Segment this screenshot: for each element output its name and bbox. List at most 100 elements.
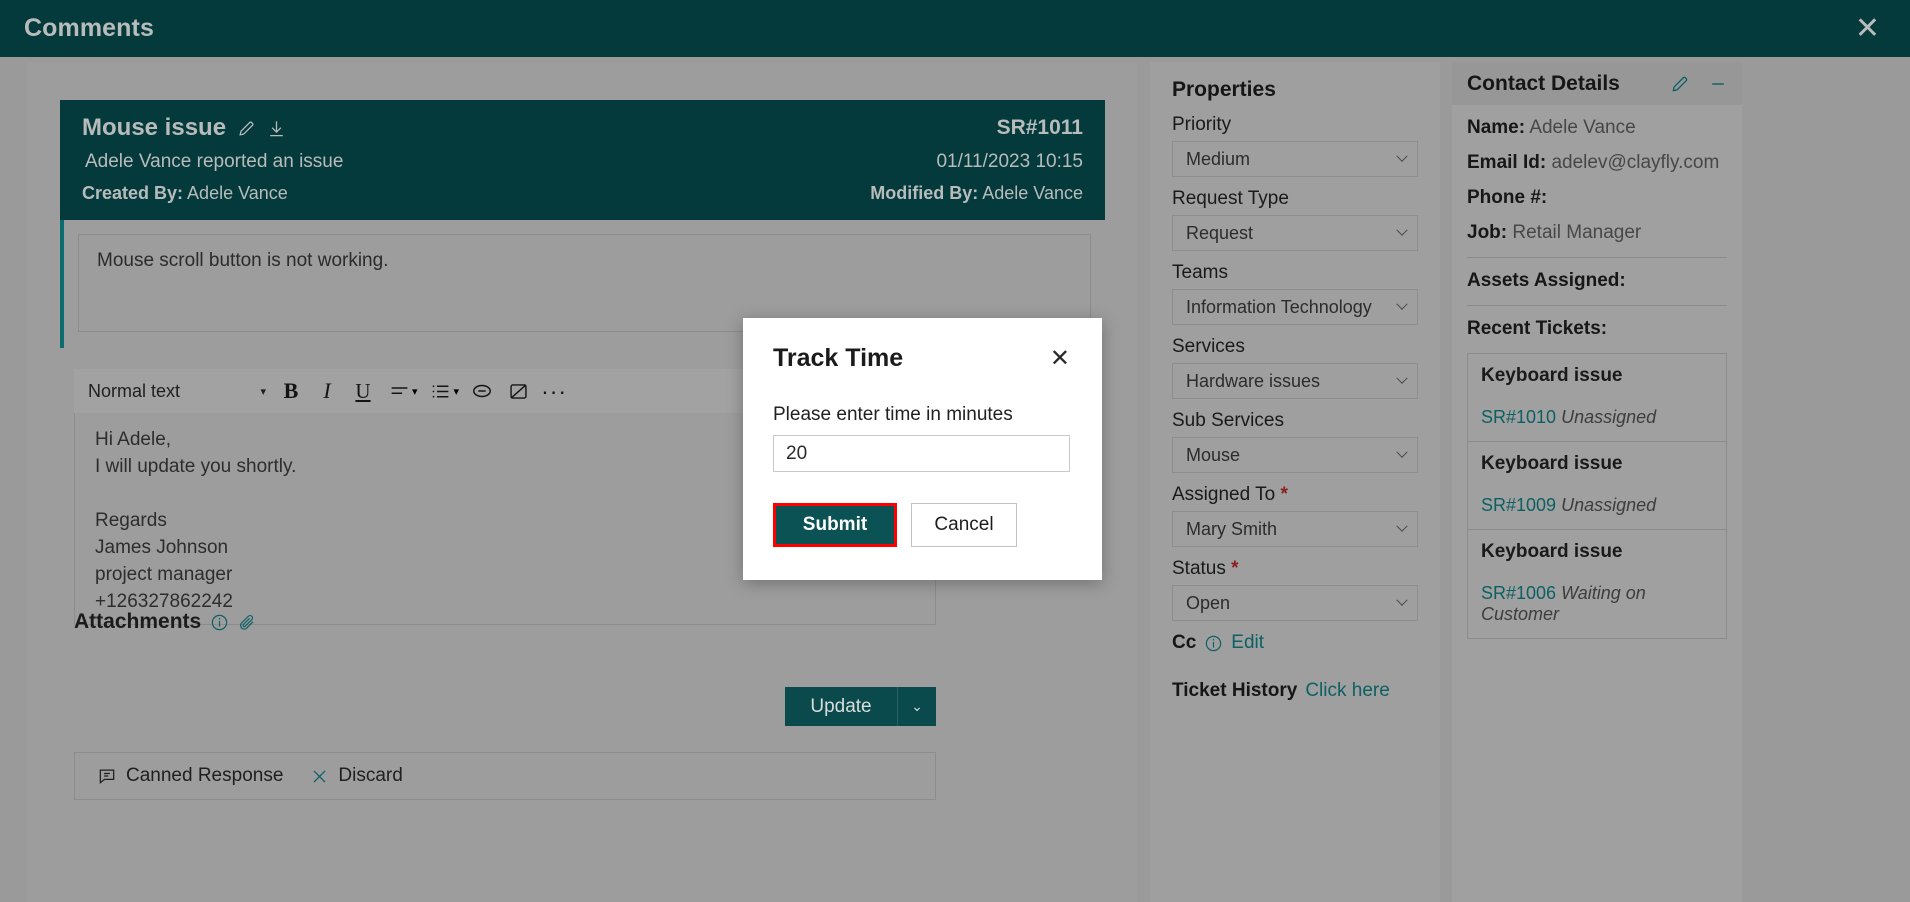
recent-ticket-title: Keyboard issue xyxy=(1481,541,1623,562)
update-chevron-down-icon[interactable]: ⌄ xyxy=(897,687,936,726)
contact-email-label: Email Id: xyxy=(1467,152,1547,173)
info-icon[interactable] xyxy=(1204,634,1223,653)
field-label-assigned-to: Assigned To * xyxy=(1172,484,1418,506)
close-icon[interactable]: ✕ xyxy=(1847,12,1888,46)
status-select[interactable]: Open xyxy=(1172,585,1418,621)
field-label-sub-services: Sub Services xyxy=(1172,410,1418,432)
label-text: Services xyxy=(1172,336,1245,357)
status-value: Open xyxy=(1186,592,1231,613)
paperclip-icon[interactable] xyxy=(238,613,257,632)
label-text: Request Type xyxy=(1172,188,1289,209)
ticket-history-link[interactable]: Click here xyxy=(1305,680,1389,702)
discard-button[interactable]: Discard xyxy=(310,765,403,787)
chevron-down-icon xyxy=(1396,224,1408,236)
contact-email-value: adelev@clayfly.com xyxy=(1551,152,1720,173)
chevron-down-icon xyxy=(1396,298,1408,310)
required-marker: * xyxy=(1280,484,1288,505)
priority-value: Medium xyxy=(1186,148,1251,169)
list-chevron-down-icon[interactable]: ▾ xyxy=(454,385,460,398)
ticket-sr-number: SR#1011 xyxy=(996,116,1083,139)
request-type-select[interactable]: Request xyxy=(1172,215,1418,251)
assigned-to-value: Mary Smith xyxy=(1186,518,1278,539)
contact-name-value: Adele Vance xyxy=(1529,117,1636,138)
link-icon[interactable] xyxy=(465,374,499,408)
contact-name-row: Name: Adele Vance xyxy=(1467,117,1727,139)
image-icon[interactable] xyxy=(501,374,535,408)
cancel-button[interactable]: Cancel xyxy=(911,503,1017,547)
canned-response-label: Canned Response xyxy=(126,765,284,786)
recent-ticket-id[interactable]: SR#1006 xyxy=(1481,583,1556,603)
contact-details-panel: Contact Details Name: Adele Vance Email … xyxy=(1452,62,1742,902)
label-text: Sub Services xyxy=(1172,410,1284,431)
canned-response-button[interactable]: Canned Response xyxy=(97,765,283,787)
submit-button[interactable]: Submit xyxy=(776,506,894,544)
list-item[interactable]: Keyboard issue SR#1010 Unassigned xyxy=(1467,353,1727,442)
cc-label: Cc xyxy=(1172,632,1197,653)
chevron-down-icon: ▾ xyxy=(260,385,266,398)
services-select[interactable]: Hardware issues xyxy=(1172,363,1418,399)
dialog-actions: Submit Cancel xyxy=(773,503,1072,547)
contact-phone-label: Phone #: xyxy=(1467,187,1548,208)
italic-button[interactable]: I xyxy=(310,374,344,408)
align-icon[interactable] xyxy=(382,374,416,408)
cc-edit-link[interactable]: Edit xyxy=(1231,632,1264,654)
label-text: Priority xyxy=(1172,114,1232,135)
edit-pencil-icon[interactable] xyxy=(237,119,256,138)
ticket-title-group: Mouse issue xyxy=(82,114,286,142)
text-style-value: Normal text xyxy=(88,380,181,401)
recent-ticket-id[interactable]: SR#1010 xyxy=(1481,407,1556,427)
contact-name-label: Name: xyxy=(1467,117,1526,138)
list-item[interactable]: Keyboard issue SR#1009 Unassigned xyxy=(1467,441,1727,530)
dialog-title: Track Time xyxy=(773,344,904,372)
field-label-services: Services xyxy=(1172,336,1418,358)
page-content: Mouse issue SR#1011 Adele Vance reported… xyxy=(0,57,1910,902)
window-title-bar: Comments ✕ xyxy=(0,0,1910,57)
info-icon[interactable] xyxy=(210,613,229,632)
close-x-icon xyxy=(310,767,329,786)
priority-select[interactable]: Medium xyxy=(1172,141,1418,177)
contact-job-label: Job: xyxy=(1467,222,1508,243)
ticket-card: Mouse issue SR#1011 Adele Vance reported… xyxy=(60,100,1105,348)
required-marker: * xyxy=(1231,558,1239,579)
assets-assigned-label: Assets Assigned: xyxy=(1467,270,1626,291)
teams-select[interactable]: Information Technology xyxy=(1172,289,1418,325)
contact-details-header-actions xyxy=(1670,74,1728,94)
edit-pencil-icon[interactable] xyxy=(1670,74,1690,94)
attachments-row: Attachments xyxy=(74,610,257,634)
chevron-down-icon xyxy=(1396,150,1408,162)
underline-button[interactable]: U xyxy=(346,374,380,408)
list-item[interactable]: Keyboard issue SR#1006 Waiting on Custom… xyxy=(1467,529,1727,639)
sub-services-select[interactable]: Mouse xyxy=(1172,437,1418,473)
time-input[interactable] xyxy=(773,435,1070,472)
teams-value: Information Technology xyxy=(1186,296,1372,317)
field-label-teams: Teams xyxy=(1172,262,1418,284)
dialog-close-icon[interactable]: ✕ xyxy=(1048,344,1072,374)
assigned-to-select[interactable]: Mary Smith xyxy=(1172,511,1418,547)
recent-ticket-status: Unassigned xyxy=(1561,495,1657,515)
ticket-title: Mouse issue xyxy=(82,114,227,141)
text-style-dropdown[interactable]: Normal text ▾ xyxy=(88,381,272,402)
update-button[interactable]: Update xyxy=(785,687,897,726)
recent-tickets-label: Recent Tickets: xyxy=(1467,318,1608,339)
bold-button[interactable]: B xyxy=(274,374,308,408)
more-options-icon[interactable]: ··· xyxy=(537,374,571,408)
download-icon[interactable] xyxy=(267,119,286,138)
track-time-dialog: Track Time ✕ Please enter time in minute… xyxy=(743,318,1102,580)
minimize-icon[interactable] xyxy=(1708,74,1728,94)
request-type-value: Request xyxy=(1186,222,1254,243)
recent-ticket-meta: SR#1009 Unassigned xyxy=(1481,495,1713,516)
contact-email-row: Email Id: adelev@clayfly.com xyxy=(1467,152,1727,174)
contact-job-value: Retail Manager xyxy=(1512,222,1642,243)
page-title: Comments xyxy=(24,14,154,42)
align-chevron-down-icon[interactable]: ▾ xyxy=(412,385,418,398)
ticket-history-label: Ticket History xyxy=(1172,680,1298,701)
contact-job-row: Job: Retail Manager xyxy=(1467,222,1727,244)
ticket-created-by: Created By: Adele Vance xyxy=(82,183,288,204)
ticket-header: Mouse issue SR#1011 Adele Vance reported… xyxy=(60,100,1105,220)
contact-details-body: Name: Adele Vance Email Id: adelev@clayf… xyxy=(1452,105,1742,639)
recent-ticket-id[interactable]: SR#1009 xyxy=(1481,495,1556,515)
divider xyxy=(1467,305,1727,306)
discard-label: Discard xyxy=(338,765,403,786)
bullet-list-icon[interactable] xyxy=(424,374,458,408)
field-label-priority: Priority xyxy=(1172,114,1418,136)
